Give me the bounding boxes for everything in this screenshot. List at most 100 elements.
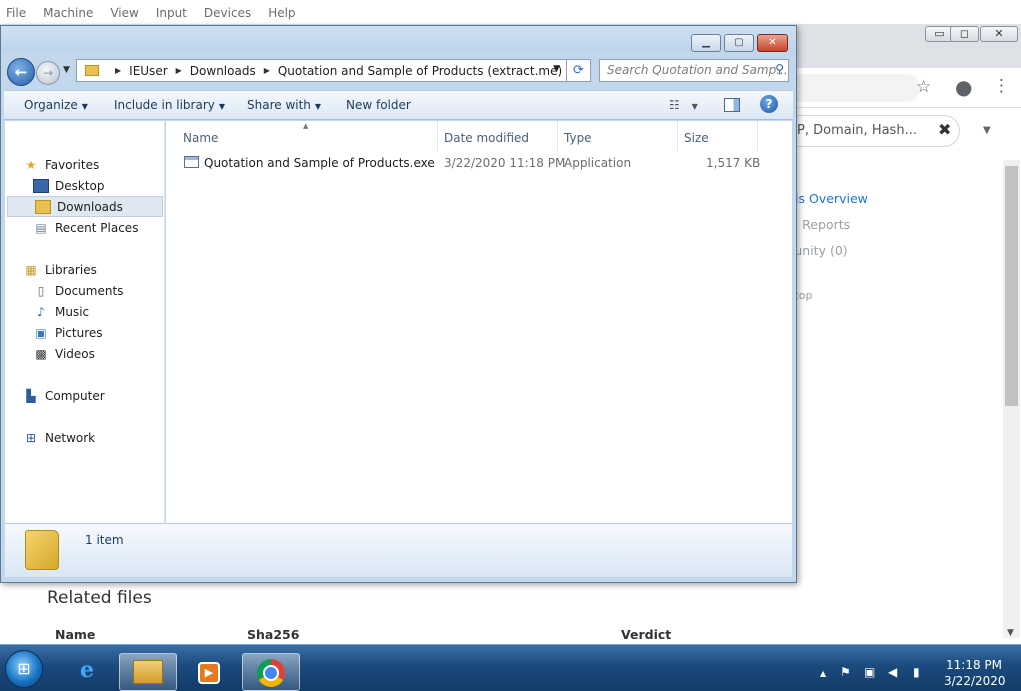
column-divider[interactable]: [557, 121, 558, 151]
related-col-name: Name: [55, 627, 96, 642]
nav-libraries[interactable]: ▦ Libraries: [23, 259, 181, 280]
clear-search-icon[interactable]: ✖: [938, 120, 951, 139]
change-view-button[interactable]: ☷ ▼: [669, 98, 698, 112]
include-in-library-button[interactable]: Include in library ▼: [114, 98, 225, 112]
action-center-flag-icon[interactable]: ⚑: [840, 665, 851, 679]
file-type: Application: [564, 156, 632, 170]
internet-explorer-taskbar-button[interactable]: e: [58, 653, 116, 691]
page-scrollbar[interactable]: ▼: [1003, 160, 1020, 638]
file-size: 1,517 KB: [706, 156, 761, 170]
minimize-button[interactable]: ▁: [691, 34, 721, 52]
refresh-button[interactable]: ⟳: [567, 59, 591, 82]
recent-pages-dropdown-icon[interactable]: ▼: [63, 65, 70, 75]
volume-muted-icon[interactable]: ◀: [888, 665, 897, 679]
taskbar: ⊞ e ▶ ▲ ⚑ ▣ ◀ ▮ 11:18 PM 3/22/2020: [0, 644, 1021, 691]
breadcrumb-arrow-icon[interactable]: ▶: [115, 66, 121, 75]
navigation-pane: ★ Favorites Desktop Downloads ▤ Recent Pla…: [5, 121, 165, 523]
search-icon[interactable]: ⚲: [775, 62, 784, 76]
breadcrumb-ieuser[interactable]: IEUser: [129, 64, 167, 78]
address-bar[interactable]: ▶ IEUser ▶ Downloads ▶ Quotation and Sam…: [76, 59, 567, 82]
nav-network[interactable]: ⊞ Network: [23, 427, 181, 448]
column-divider[interactable]: [437, 121, 438, 151]
file-row[interactable]: Quotation and Sample of Products.exe 3/2…: [180, 153, 780, 173]
computer-icon: ▙: [26, 388, 36, 403]
menu-input[interactable]: Input: [156, 6, 187, 20]
new-folder-button[interactable]: New folder: [346, 98, 411, 112]
nav-favorites[interactable]: ★ Favorites: [23, 154, 181, 175]
close-button[interactable]: ✕: [757, 34, 788, 52]
nav-documents-label: Documents: [55, 283, 124, 298]
nav-pictures-label: Pictures: [55, 325, 103, 340]
profile-icon[interactable]: ●: [955, 75, 972, 99]
browser-close-button[interactable]: ✕: [980, 26, 1018, 42]
column-header-name[interactable]: Name: [183, 126, 218, 150]
address-history-dropdown-icon[interactable]: ▼: [553, 64, 560, 74]
menu-file[interactable]: File: [6, 6, 26, 20]
browser-restore-button[interactable]: ◻: [950, 26, 979, 42]
documents-icon: ▯: [37, 283, 45, 298]
nav-computer[interactable]: ▙ Computer: [23, 385, 181, 406]
scrollbar-thumb[interactable]: [1005, 166, 1018, 406]
browser-menu-icon[interactable]: ⋮: [993, 76, 1010, 96]
chrome-taskbar-button[interactable]: [242, 653, 300, 691]
scroll-down-icon[interactable]: ▼: [1007, 628, 1014, 638]
battery-icon[interactable]: ▮: [913, 665, 920, 679]
column-header-date-modified[interactable]: Date modified: [444, 126, 529, 150]
clock-time[interactable]: 11:18 PM: [946, 658, 1002, 672]
breadcrumb-downloads[interactable]: Downloads: [190, 64, 256, 78]
nav-downloads[interactable]: Downloads: [7, 196, 163, 217]
menu-help[interactable]: Help: [268, 6, 295, 20]
back-button[interactable]: ←: [7, 58, 35, 86]
share-with-button[interactable]: Share with ▼: [247, 98, 321, 112]
start-button[interactable]: ⊞: [5, 650, 43, 688]
column-divider[interactable]: [677, 121, 678, 151]
column-header-size[interactable]: Size: [684, 126, 709, 150]
nav-music[interactable]: ♪ Music: [33, 301, 163, 322]
breadcrumb-arrow-icon[interactable]: ▶: [264, 66, 270, 75]
search-input[interactable]: Search Quotation and Samp... ⚲: [599, 59, 789, 82]
nav-desktop[interactable]: Desktop: [33, 175, 163, 196]
media-player-taskbar-button[interactable]: ▶: [180, 653, 238, 691]
address-row: ← → ▼ ▶ IEUser ▶ Downloads ▶ Quotation a…: [1, 54, 796, 90]
organize-label: Organize: [24, 98, 78, 112]
folder-icon: [85, 65, 99, 76]
explorer-titlebar[interactable]: ▁ ▢ ✕: [1, 26, 796, 52]
menu-devices[interactable]: Devices: [204, 6, 251, 20]
folder-icon: [25, 530, 59, 570]
column-header-type[interactable]: Type: [564, 126, 592, 150]
nav-network-label: Network: [45, 430, 96, 445]
help-button[interactable]: ?: [760, 95, 778, 113]
organize-button[interactable]: Organize ▼: [24, 98, 88, 112]
breadcrumb-current-folder[interactable]: Quotation and Sample of Products (extrac…: [278, 64, 562, 78]
nav-documents[interactable]: ▯ Documents: [33, 280, 163, 301]
downloads-folder-icon: [35, 199, 51, 214]
nav-videos-label: Videos: [55, 346, 95, 361]
chevron-down-icon: ▼: [691, 102, 698, 111]
maximize-button[interactable]: ▢: [724, 34, 754, 52]
nav-recent-places[interactable]: ▤ Recent Places: [33, 217, 163, 238]
menu-machine[interactable]: Machine: [43, 6, 93, 20]
menu-view[interactable]: View: [110, 6, 138, 20]
desktop-icon: [33, 178, 49, 193]
file-name[interactable]: Quotation and Sample of Products.exe: [204, 156, 435, 170]
chevron-down-icon: ▼: [81, 102, 88, 111]
omnibox[interactable]: [780, 74, 920, 102]
nav-pictures[interactable]: ▣ Pictures: [33, 322, 163, 343]
search-dropdown-icon[interactable]: ▼: [983, 125, 991, 136]
windows-explorer-taskbar-button[interactable]: [119, 653, 177, 691]
nav-desktop-label: Desktop: [55, 178, 105, 193]
forward-button[interactable]: →: [36, 61, 60, 85]
nav-videos[interactable]: ▩ Videos: [33, 343, 163, 364]
preview-pane-button[interactable]: [724, 98, 740, 112]
nav-recent-places-label: Recent Places: [55, 220, 139, 235]
network-tray-icon[interactable]: ▣: [864, 665, 875, 679]
chevron-down-icon: ▼: [314, 102, 322, 111]
column-divider[interactable]: [757, 121, 758, 151]
breadcrumb-arrow-icon[interactable]: ▶: [176, 66, 182, 75]
show-hidden-icons-icon[interactable]: ▲: [820, 669, 826, 678]
nav-libraries-label: Libraries: [45, 262, 97, 277]
share-with-label: Share with: [247, 98, 311, 112]
clock-date[interactable]: 3/22/2020: [944, 674, 1006, 688]
bookmark-star-icon[interactable]: ☆: [916, 77, 931, 97]
recent-places-icon: ▤: [35, 220, 47, 235]
